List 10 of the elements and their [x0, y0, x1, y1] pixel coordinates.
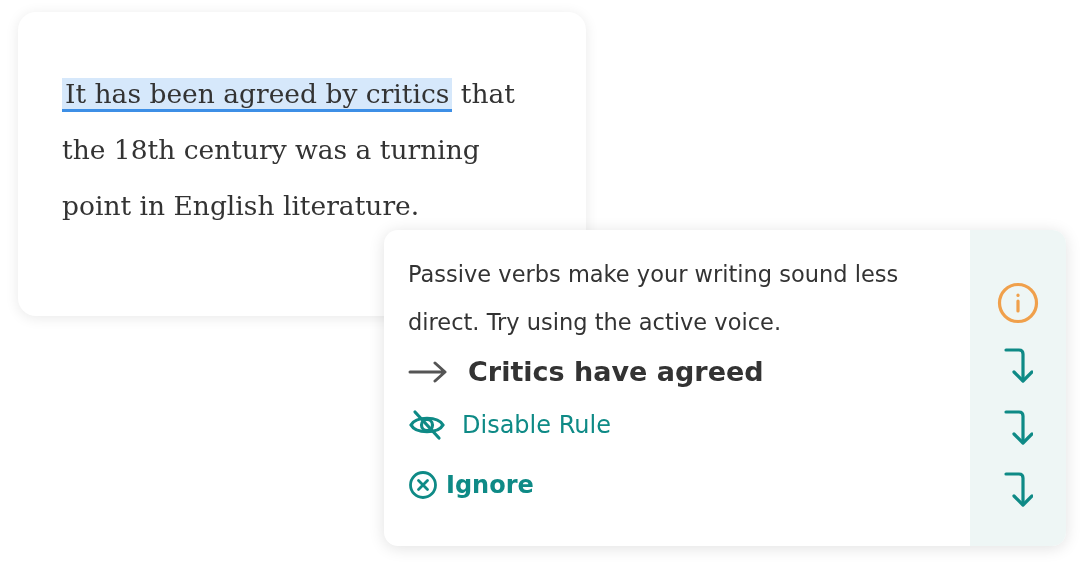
eye-slash-icon [408, 408, 446, 441]
suggestion-message: Passive verbs make your writing sound less direct. Try using the active voice. [408, 260, 900, 337]
replacement-button[interactable]: Critics have agreed [468, 352, 764, 393]
close-circle-icon [408, 469, 438, 500]
ignore-button[interactable]: Ignore [408, 466, 534, 503]
info-button[interactable] [997, 282, 1039, 324]
disable-rule-button[interactable]: Disable Rule [408, 406, 611, 443]
arrow-right-icon [408, 361, 448, 384]
editor-text: It has been agreed by critics that the 18th century was a turning point in English literature. [62, 77, 516, 223]
info-icon [997, 282, 1039, 324]
